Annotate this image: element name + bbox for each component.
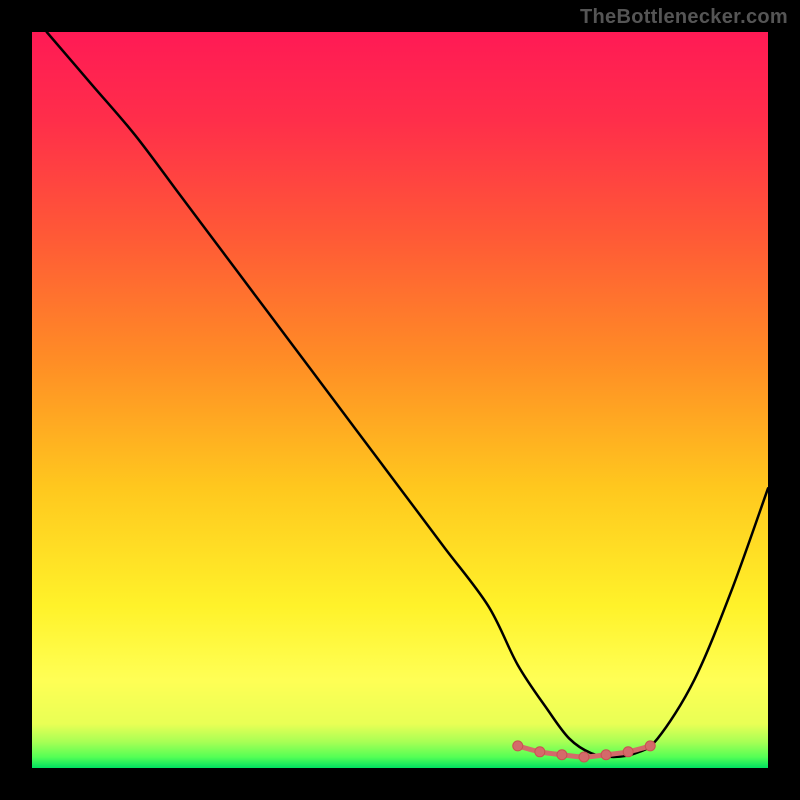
bottleneck-curve bbox=[47, 32, 768, 757]
valley-marker-dot bbox=[513, 741, 523, 751]
valley-marker-dot bbox=[645, 741, 655, 751]
valley-marker-dot bbox=[601, 750, 611, 760]
watermark-text: TheBottlenecker.com bbox=[580, 6, 788, 29]
plot-area bbox=[32, 32, 768, 768]
valley-marker-dot bbox=[557, 750, 567, 760]
valley-marker-dot bbox=[579, 752, 589, 762]
valley-marker-dot bbox=[535, 747, 545, 757]
curve-layer bbox=[32, 32, 768, 768]
chart-frame: TheBottlenecker.com bbox=[0, 0, 800, 800]
valley-marker-dot bbox=[623, 747, 633, 757]
